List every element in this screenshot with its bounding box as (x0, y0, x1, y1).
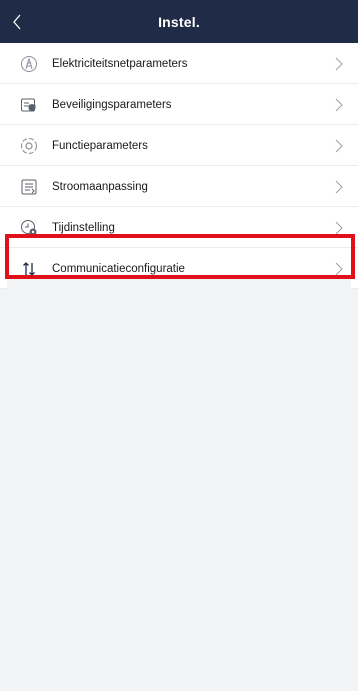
settings-item-label: Beveiligingsparameters (52, 98, 172, 111)
transfer-arrows-icon (20, 260, 38, 278)
settings-item-grid-parameters[interactable]: Elektriciteitsnetparameters (0, 43, 358, 84)
chevron-right-icon (334, 97, 344, 113)
settings-item-function-parameters[interactable]: Functieparameters (0, 125, 358, 166)
chevron-right-icon (334, 220, 344, 236)
grid-tower-icon (20, 55, 38, 73)
settings-item-power-adjustment[interactable]: Stroomaanpassing (0, 166, 358, 207)
settings-item-protection-parameters[interactable]: Beveiligingsparameters (0, 84, 358, 125)
function-circle-icon (20, 137, 38, 155)
shield-list-icon (20, 96, 38, 114)
settings-item-label: Elektriciteitsnetparameters (52, 57, 188, 70)
chevron-right-icon (334, 261, 344, 277)
settings-list: Elektriciteitsnetparameters Beveiligings… (0, 43, 358, 289)
settings-item-label: Functieparameters (52, 139, 148, 152)
chevron-right-icon (334, 179, 344, 195)
power-adjust-icon (20, 178, 38, 196)
settings-item-label: Tijdinstelling (52, 221, 115, 234)
chevron-right-icon (334, 56, 344, 72)
settings-item-label: Stroomaanpassing (52, 180, 148, 193)
page-title: Instel. (158, 13, 200, 30)
app-header: Instel. (0, 0, 358, 43)
chevron-right-icon (334, 138, 344, 154)
settings-item-time-setting[interactable]: Tijdinstelling (0, 207, 358, 248)
empty-content-area (7, 279, 351, 691)
clock-gear-icon (20, 219, 38, 237)
